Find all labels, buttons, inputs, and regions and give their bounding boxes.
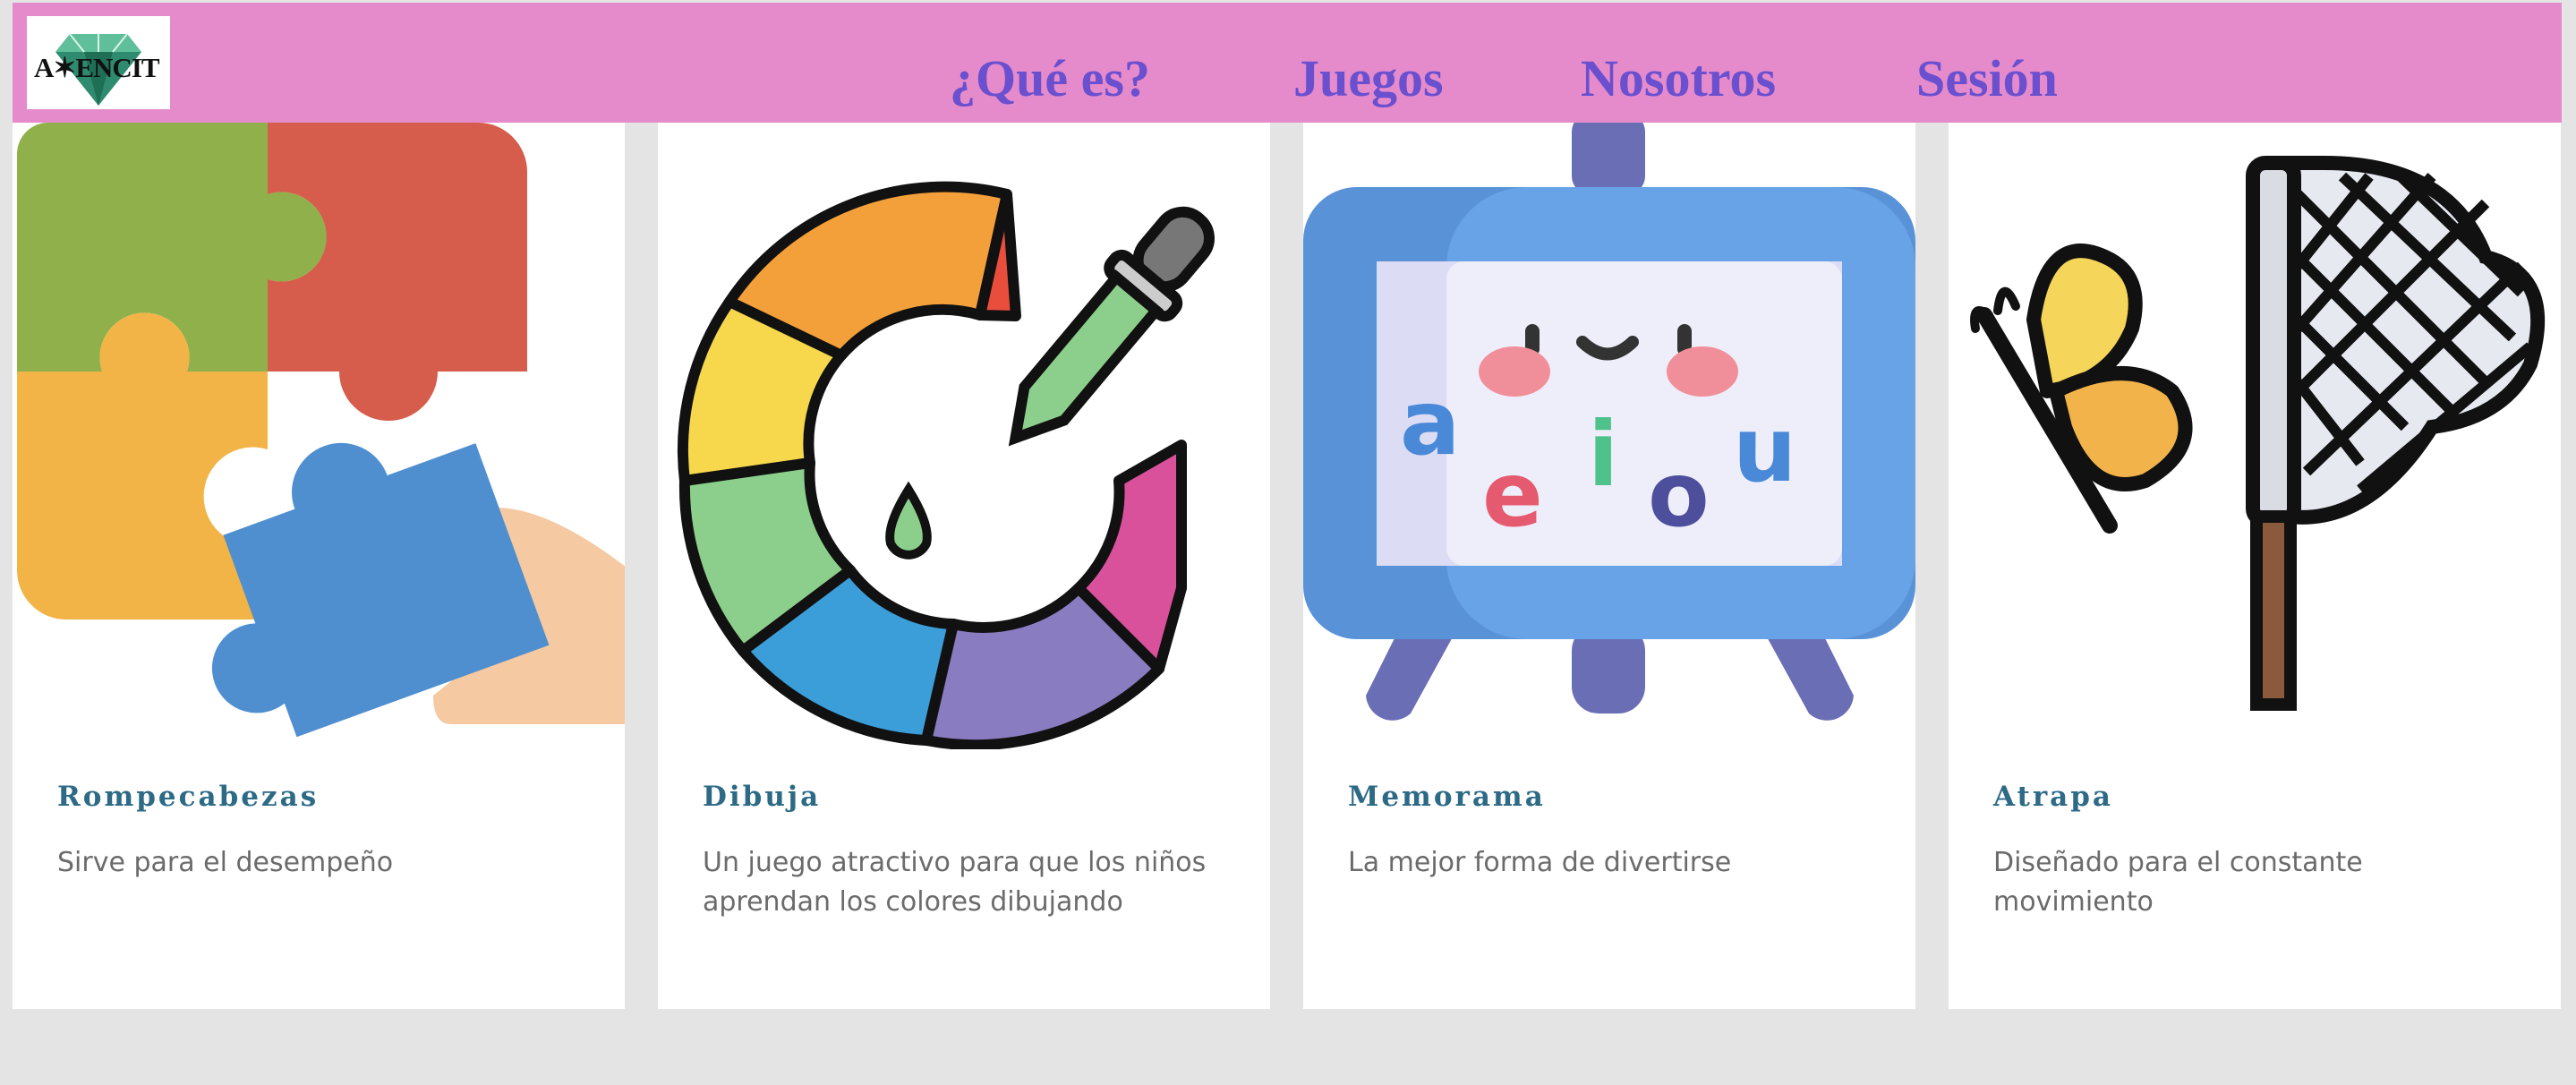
vowel-o: o <box>1648 442 1710 547</box>
card-title: Atrapa <box>1993 781 2114 813</box>
vowel-i: i <box>1588 402 1618 507</box>
nav-link-nosotros[interactable]: Nosotros <box>1581 47 1776 110</box>
card-title: Rompecabezas <box>57 781 320 813</box>
nav-link-sesion[interactable]: Sesión <box>1916 47 2058 110</box>
game-card-rompecabezas[interactable]: Rompecabezas Sirve para el desempeño <box>13 123 625 1009</box>
nav-link-juegos[interactable]: Juegos <box>1293 47 1444 110</box>
vowel-u: u <box>1733 397 1796 502</box>
card-description: Un juego atractivo para que los niños ap… <box>703 847 1207 918</box>
color-wheel-icon <box>678 181 1215 749</box>
card-title: Memorama <box>1348 781 1546 813</box>
game-card-memorama[interactable]: a e i o u Memorama La mejor forma de div… <box>1303 123 1915 1009</box>
card-description: Diseñado para el constante movimiento <box>1993 847 2363 918</box>
card-title: Dibuja <box>703 781 822 813</box>
puzzle-icon <box>17 123 625 738</box>
card-description: La mejor forma de divertirse <box>1348 847 1732 878</box>
vowel-a: a <box>1400 371 1460 475</box>
card-description: Sirve para el desempeño <box>57 847 394 878</box>
game-card-dibuja[interactable]: Dibuja Un juego atractivo para que los n… <box>658 123 1270 1009</box>
butterfly-net-icon <box>1970 156 2546 711</box>
easel-vowels-icon: a e i o u <box>1303 123 1915 721</box>
vowel-e: e <box>1482 442 1543 547</box>
top-navbar: A✶ENCIT ¿Qué es? Juegos Nosotros Sesión <box>13 3 2562 123</box>
nav-link-que-es[interactable]: ¿Qué es? <box>950 47 1150 110</box>
nav-links: ¿Qué es? Juegos Nosotros Sesión <box>13 47 2562 110</box>
game-card-atrapa[interactable]: Atrapa Diseñado para el constante movimi… <box>1949 123 2561 1009</box>
